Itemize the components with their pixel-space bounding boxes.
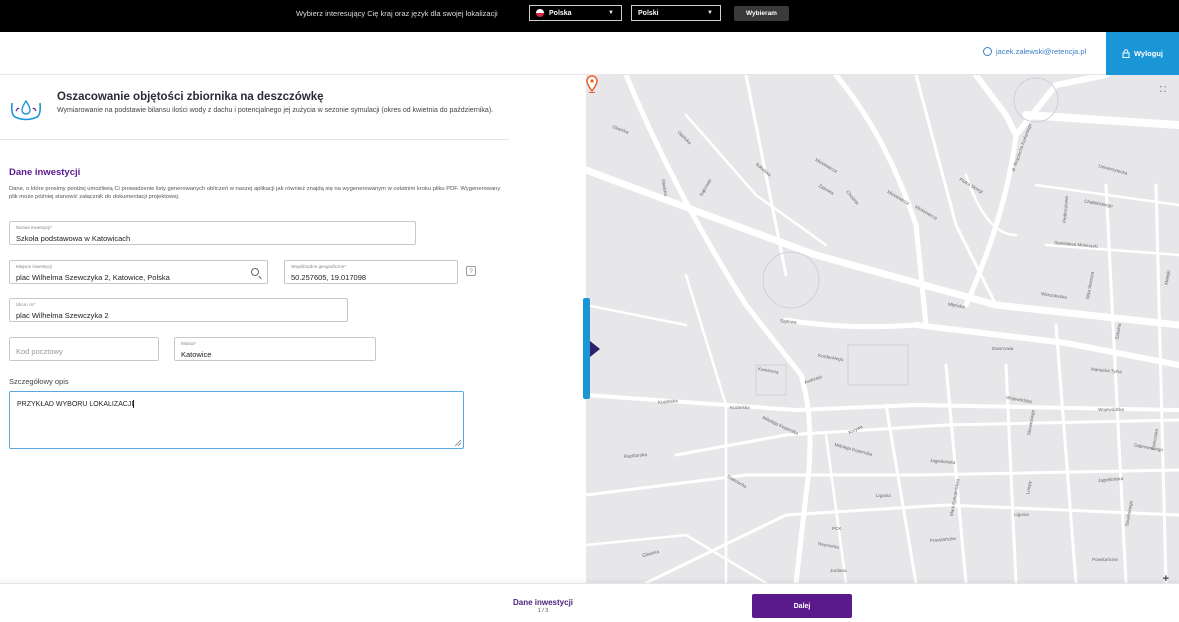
zoom-in-button[interactable]: + [1163,573,1169,583]
postal-code-field[interactable]: Kod pocztowy [9,337,159,361]
map-roads [586,75,1179,583]
location-pin-icon[interactable] [586,75,598,93]
field-value: Szkoła podstawowa w Katowicach [16,234,131,243]
street-label: Jordana [830,568,847,573]
search-icon[interactable] [251,268,259,276]
user-account-link[interactable]: jacek.zalewski@retencja.pl [983,47,1086,56]
language-select[interactable]: Polski ▼ [631,5,721,21]
street-label: Ligonia [876,493,891,498]
field-label: Nazwa inwestycji* [16,225,53,230]
field-label: Miasto* [181,341,197,346]
next-button[interactable]: Dalej [752,594,852,618]
field-value: plac Wilhelma Szewczyka 2 [16,311,109,320]
section-description: Dane, o które prosimy poniżej umożliwią … [9,186,501,200]
field-label: Współrzędne geograficzne* [291,264,347,269]
investment-name-field[interactable]: Nazwa inwestycji* Szkoła podstawowa w Ka… [9,221,416,245]
page-subtitle: Wymiarowanie na podstawie bilansu ilości… [57,107,494,114]
chevron-down-icon: ▼ [608,10,614,16]
description-label: Szczegółowy opis [9,377,69,386]
coordinates-field[interactable]: Współrzędne geograficzne* 50.257605, 19.… [284,260,458,284]
panel-collapse-handle[interactable] [583,298,590,399]
locale-prompt: Wybierz interesujący Cię kraj oraz język… [296,9,498,18]
user-email: jacek.zalewski@retencja.pl [996,47,1087,56]
step-name: Dane inwestycji [512,598,574,607]
field-placeholder: Kod pocztowy [16,347,63,356]
chevron-right-icon[interactable] [590,341,600,357]
user-icon [983,47,992,56]
street-label: Kozielska [730,405,750,410]
step-counter: 1 / 3 [537,608,549,614]
logout-label: Wyloguj [1133,49,1164,58]
lock-icon [1122,49,1130,58]
language-select-value: Polski [638,9,659,17]
choose-locale-button[interactable]: Wybieram [734,6,789,21]
street-label: Dworcowa [992,346,1014,351]
city-field[interactable]: Miasto* Katowice [174,337,376,361]
description-textarea[interactable]: PRZYKŁAD WYBORU LOKALIZACJI [9,391,464,449]
field-label: Ulica i nr* [16,302,36,307]
logout-button[interactable]: Wyloguj [1106,32,1179,75]
chevron-down-icon: ▼ [707,10,713,16]
map-view[interactable]: Gliwicka Opolska Gliwicka Dąbrówki Sokol… [586,75,1179,583]
field-label: Miejsce inwestycji [16,264,52,269]
form-panel: Oszacowanie objętości zbiornika na deszc… [0,75,586,583]
investment-place-search-input[interactable]: Miejsce inwestycji plac Wilhelma Szewczy… [9,260,268,284]
page-title: Oszacowanie objętości zbiornika na deszc… [57,91,324,103]
street-label: PCK [832,526,842,531]
field-value: 50.257605, 19.017098 [291,273,367,282]
field-value: Katowice [181,350,212,359]
street-field[interactable]: Ulica i nr* plac Wilhelma Szewczyka 2 [9,298,348,322]
street-label: Ligonia [1014,512,1029,517]
help-icon[interactable]: ? [466,266,476,276]
rain-tank-logo-icon [11,99,41,121]
fullscreen-icon[interactable]: ⛶ [1160,85,1169,94]
field-value: plac Wilhelma Szewczyka 2, Katowice, Pol… [16,273,170,282]
locale-bar: Wybierz interesujący Cię kraj oraz język… [0,0,1179,32]
poland-flag-icon [536,9,544,17]
section-title: Dane inwestycji [9,167,81,178]
country-select-value: Polska [549,9,572,17]
street-label: Wojewódzka [1098,407,1124,412]
resize-handle-icon[interactable] [455,440,461,446]
street-label: Powstańców [1092,557,1118,562]
textarea-value: PRZYKŁAD WYBORU LOKALIZACJI [17,400,134,408]
text-cursor [133,400,135,408]
divider [0,139,509,140]
wizard-footer: Dane inwestycji 1 / 3 Dalej [0,583,1179,622]
app-header: jacek.zalewski@retencja.pl Wyloguj [0,32,1179,75]
country-select[interactable]: Polska ▼ [529,5,622,21]
